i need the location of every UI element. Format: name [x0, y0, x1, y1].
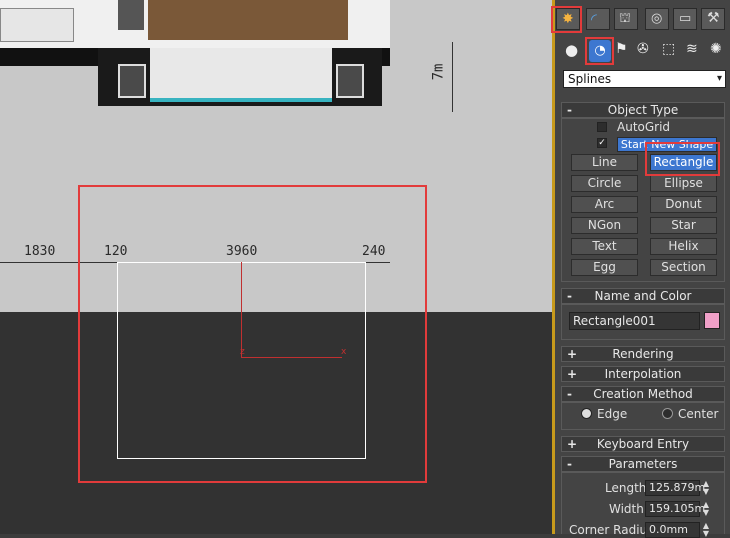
expand-icon: +: [567, 367, 578, 381]
donut-button[interactable]: Donut: [650, 196, 717, 213]
dimension-label-1: 1830: [24, 244, 56, 259]
edge-label: Edge: [597, 407, 628, 421]
plan-stool-left: [118, 64, 146, 98]
dimension-line-vertical: [452, 42, 453, 112]
section-button[interactable]: Section: [650, 259, 717, 276]
width-field[interactable]: 159.105m: [645, 501, 705, 517]
object-name-field[interactable]: Rectangle001: [569, 312, 700, 330]
hierarchy-tab[interactable]: ⛫: [614, 8, 638, 30]
star-button[interactable]: Star: [650, 217, 717, 234]
center-radio[interactable]: [662, 408, 673, 419]
parameters-title: Parameters: [608, 457, 678, 471]
geometry-icon[interactable]: ●: [565, 41, 585, 61]
chevron-down-icon: ▾: [716, 73, 722, 84]
length-label: Length:: [605, 481, 651, 495]
ellipse-button[interactable]: Ellipse: [650, 175, 717, 192]
edge-radio[interactable]: [581, 408, 592, 419]
object-type-rollout-header[interactable]: - Object Type: [561, 102, 725, 118]
rendering-title: Rendering: [612, 347, 674, 361]
hierarchy-icon: ⛫: [619, 11, 631, 26]
collapse-icon: -: [567, 103, 572, 117]
annotation-highlight-rectangle-button: [645, 142, 720, 176]
keyboard-entry-title: Keyboard Entry: [596, 437, 690, 451]
plan-fixture: [118, 0, 144, 30]
text-button[interactable]: Text: [571, 238, 638, 255]
length-spinner[interactable]: ▲ ▼: [701, 480, 711, 496]
category-dropdown[interactable]: Splines ▾: [563, 70, 726, 88]
lights-icon[interactable]: ⚑: [615, 41, 635, 61]
viewport[interactable]: 7m 1830 120 3960 240 z x: [0, 0, 552, 534]
utilities-icon: ⚒: [707, 10, 720, 26]
expand-icon: +: [567, 437, 578, 451]
motion-icon: ◎: [651, 11, 663, 26]
collapse-icon: -: [567, 289, 572, 303]
dimension-label-top: 7m: [430, 63, 447, 81]
name-color-title: Name and Color: [594, 289, 692, 303]
ngon-button[interactable]: NGon: [571, 217, 638, 234]
category-dropdown-value: Splines: [568, 72, 612, 86]
systems-icon[interactable]: ✺: [710, 41, 730, 61]
modify-icon: ◜: [591, 10, 597, 28]
circle-button[interactable]: Circle: [571, 175, 638, 192]
autogrid-checkbox[interactable]: [597, 122, 607, 132]
keyboard-entry-rollout-header[interactable]: + Keyboard Entry: [561, 436, 725, 452]
modify-tab[interactable]: ◜: [586, 8, 610, 30]
object-type-title: Object Type: [607, 103, 679, 117]
display-icon: ▭: [679, 11, 692, 26]
plan-wood-floor: [148, 0, 348, 40]
plan-marble-counter: [150, 48, 332, 102]
corner-radius-spinner[interactable]: ▲ ▼: [701, 522, 711, 538]
expand-icon: +: [567, 347, 578, 361]
collapse-icon: -: [567, 387, 572, 401]
parameters-rollout-header[interactable]: - Parameters: [561, 456, 725, 472]
display-tab[interactable]: ▭: [673, 8, 697, 30]
start-new-shape-checkbox[interactable]: ✓: [597, 138, 607, 148]
line-button[interactable]: Line: [571, 154, 638, 171]
motion-tab[interactable]: ◎: [645, 8, 669, 30]
rendering-rollout-header[interactable]: + Rendering: [561, 346, 725, 362]
plan-stool-right: [336, 64, 364, 98]
width-spinner[interactable]: ▲ ▼: [701, 501, 711, 517]
width-label: Width:: [609, 502, 648, 516]
utilities-tab[interactable]: ⚒: [701, 8, 725, 30]
arc-button[interactable]: Arc: [571, 196, 638, 213]
name-color-rollout-header[interactable]: - Name and Color: [561, 288, 725, 304]
corner-radius-field[interactable]: 0.0mm: [645, 522, 700, 538]
creation-method-title: Creation Method: [593, 387, 693, 401]
annotation-highlight-rectangle: [78, 185, 427, 483]
interpolation-rollout-header[interactable]: + Interpolation: [561, 366, 725, 382]
annotation-highlight-create-tab: [551, 6, 582, 33]
helpers-icon[interactable]: ⬚: [662, 41, 682, 61]
creation-method-rollout-header[interactable]: - Creation Method: [561, 386, 725, 402]
plan-appliance: [0, 8, 74, 42]
collapse-icon: -: [567, 457, 572, 471]
annotation-highlight-shapes: [585, 37, 614, 65]
object-color-swatch[interactable]: [704, 312, 720, 329]
cameras-icon[interactable]: ✇: [637, 41, 657, 61]
autogrid-label: AutoGrid: [617, 120, 671, 134]
space-warps-icon[interactable]: ≋: [686, 41, 706, 61]
egg-button[interactable]: Egg: [571, 259, 638, 276]
interpolation-title: Interpolation: [604, 367, 682, 381]
length-field[interactable]: 125.879m: [645, 480, 705, 496]
helix-button[interactable]: Helix: [650, 238, 717, 255]
center-label: Center: [678, 407, 719, 421]
